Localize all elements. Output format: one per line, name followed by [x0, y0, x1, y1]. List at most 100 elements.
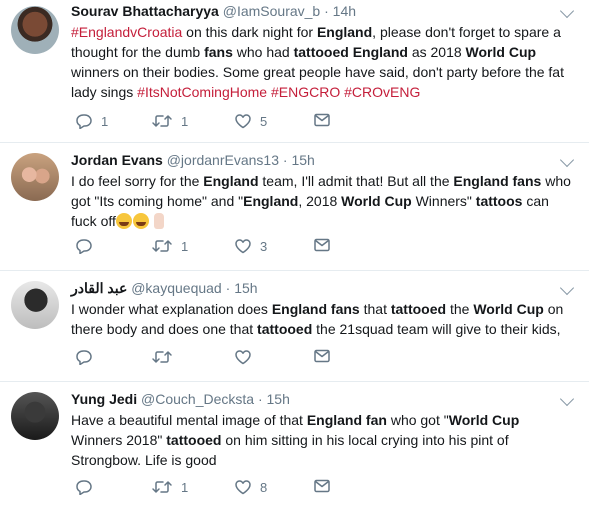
like-button[interactable]: 3: [234, 238, 267, 254]
tweet-text-segment: I wonder what explanation does: [71, 301, 272, 317]
tweet-text: Have a beautiful mental image of that En…: [71, 410, 571, 470]
hand-emoji: [153, 213, 164, 229]
highlighted-term: tattoos: [475, 193, 523, 209]
highlighted-term: fans: [204, 44, 233, 60]
tweet-text: I wonder what explanation does England f…: [71, 299, 571, 339]
message-button[interactable]: [314, 479, 330, 493]
retweets-count: 1: [181, 113, 189, 129]
chevron-down-icon[interactable]: [559, 3, 575, 19]
tweet-text-segment: Winners 2018": [71, 432, 167, 448]
tweet[interactable]: عبد القادر @kayquequad · 15h I wonder wha…: [0, 271, 589, 382]
highlighted-term: England fans: [453, 173, 542, 189]
tweet-feed: Sourav Bhattacharyya @IamSourav_b · 14h #…: [0, 0, 589, 510]
likes-count: 5: [260, 113, 268, 129]
avatar[interactable]: [11, 281, 59, 329]
highlighted-term: World Cup: [341, 193, 412, 209]
tweet-text-segment: I do feel sorry for the: [71, 173, 204, 189]
tweet-text-segment: Winners": [411, 193, 476, 209]
retweet-button[interactable]: 1: [151, 479, 188, 495]
envelope-icon: [314, 349, 330, 363]
author-handle[interactable]: @jordanrEvans13: [167, 152, 279, 168]
highlighted-term: World Cup: [473, 301, 544, 317]
tweet-header: Jordan Evans @jordanrEvans13 · 15h: [71, 152, 549, 168]
message-button[interactable]: [314, 238, 330, 252]
author-handle[interactable]: @kayquequad: [131, 280, 222, 296]
author-name[interactable]: Sourav Bhattacharyya: [71, 3, 219, 19]
avatar[interactable]: [11, 153, 59, 201]
hashtag-link[interactable]: #CROvENG: [344, 84, 420, 100]
like-button[interactable]: [234, 349, 260, 365]
retweet-icon: [151, 113, 173, 129]
tweet-text: #EnglandvCroatia on this dark night for …: [71, 22, 571, 102]
highlighted-term: England: [316, 24, 373, 40]
separator-dot: ·: [320, 3, 333, 19]
tweet-text-segment: the 21squad team will give to their kids…: [312, 321, 561, 337]
highlighted-term: England: [243, 193, 299, 209]
chevron-down-icon[interactable]: [559, 152, 575, 168]
tweet-actions: 1 1 5: [71, 113, 571, 133]
highlighted-term: World Cup: [448, 412, 520, 428]
tweet-text-segment: who had: [232, 44, 294, 60]
highlighted-term: tattooed: [390, 301, 447, 317]
reply-button[interactable]: [75, 349, 101, 365]
tweet[interactable]: Jordan Evans @jordanrEvans13 · 15h I do f…: [0, 143, 589, 271]
author-name[interactable]: Jordan Evans: [71, 152, 163, 168]
tweet-text-segment: , 2018: [298, 193, 342, 209]
like-button[interactable]: 8: [234, 479, 267, 495]
retweet-button[interactable]: 1: [151, 238, 188, 254]
like-button[interactable]: 5: [234, 113, 267, 129]
tweet-timestamp[interactable]: 15h: [267, 391, 290, 407]
highlighted-term: tattooed: [257, 321, 313, 337]
chevron-down-icon[interactable]: [559, 280, 575, 296]
author-name[interactable]: عبد القادر: [71, 280, 127, 296]
tweet-text-segment: team, I'll admit that! But all the: [258, 173, 454, 189]
reply-icon: [75, 349, 93, 365]
tweet-header: عبد القادر @kayquequad · 15h: [71, 280, 549, 297]
avatar[interactable]: [11, 392, 59, 440]
tweet-timestamp[interactable]: 15h: [291, 152, 314, 168]
retweets-count: 1: [181, 479, 189, 495]
tweet-header: Sourav Bhattacharyya @IamSourav_b · 14h: [71, 3, 549, 19]
heart-icon: [234, 349, 252, 365]
envelope-icon: [314, 113, 330, 127]
retweet-button[interactable]: [151, 349, 181, 365]
heart-icon: [234, 479, 252, 495]
hashtag-link[interactable]: #ENGCRO: [271, 84, 340, 100]
reply-icon: [75, 113, 93, 129]
envelope-icon: [314, 238, 330, 252]
reply-button[interactable]: 1: [75, 113, 108, 129]
retweet-icon: [151, 238, 173, 254]
reply-icon: [75, 238, 93, 254]
author-handle[interactable]: @Couch_Decksta: [141, 391, 254, 407]
author-name[interactable]: Yung Jedi: [71, 391, 137, 407]
highlighted-term: tattooed England: [293, 44, 408, 60]
retweets-count: 1: [181, 238, 189, 254]
tweet-text-segment: as 2018: [407, 44, 466, 60]
reply-button[interactable]: [75, 479, 101, 495]
tweet-timestamp[interactable]: 14h: [333, 3, 356, 19]
message-button[interactable]: [314, 113, 330, 127]
likes-count: 3: [260, 238, 268, 254]
tweet-actions: 13: [71, 238, 571, 258]
highlighted-term: tattooed: [166, 432, 222, 448]
tweet[interactable]: Yung Jedi @Couch_Decksta · 15h Have a bea…: [0, 382, 589, 510]
tweet[interactable]: Sourav Bhattacharyya @IamSourav_b · 14h #…: [0, 0, 589, 143]
chevron-down-icon[interactable]: [559, 391, 575, 407]
heart-icon: [234, 113, 252, 129]
separator-dot: ·: [279, 152, 292, 168]
tweet-text-segment: on this dark night for: [182, 24, 317, 40]
hashtag-link[interactable]: #ItsNotComingHome: [137, 84, 267, 100]
author-handle[interactable]: @IamSourav_b: [223, 3, 320, 19]
retweet-button[interactable]: 1: [151, 113, 188, 129]
tweet-text-segment: who got ": [386, 412, 449, 428]
retweet-icon: [151, 349, 173, 365]
hashtag-link[interactable]: #EnglandvCroatia: [71, 24, 182, 40]
envelope-icon: [314, 479, 330, 493]
tweet-text-segment: Have a beautiful mental image of that: [71, 412, 307, 428]
laughing-emoji: [115, 213, 132, 229]
message-button[interactable]: [314, 349, 330, 363]
tweet-timestamp[interactable]: 15h: [234, 280, 257, 296]
reply-button[interactable]: [75, 238, 101, 254]
avatar[interactable]: [11, 6, 59, 54]
tweet-header: Yung Jedi @Couch_Decksta · 15h: [71, 391, 549, 407]
